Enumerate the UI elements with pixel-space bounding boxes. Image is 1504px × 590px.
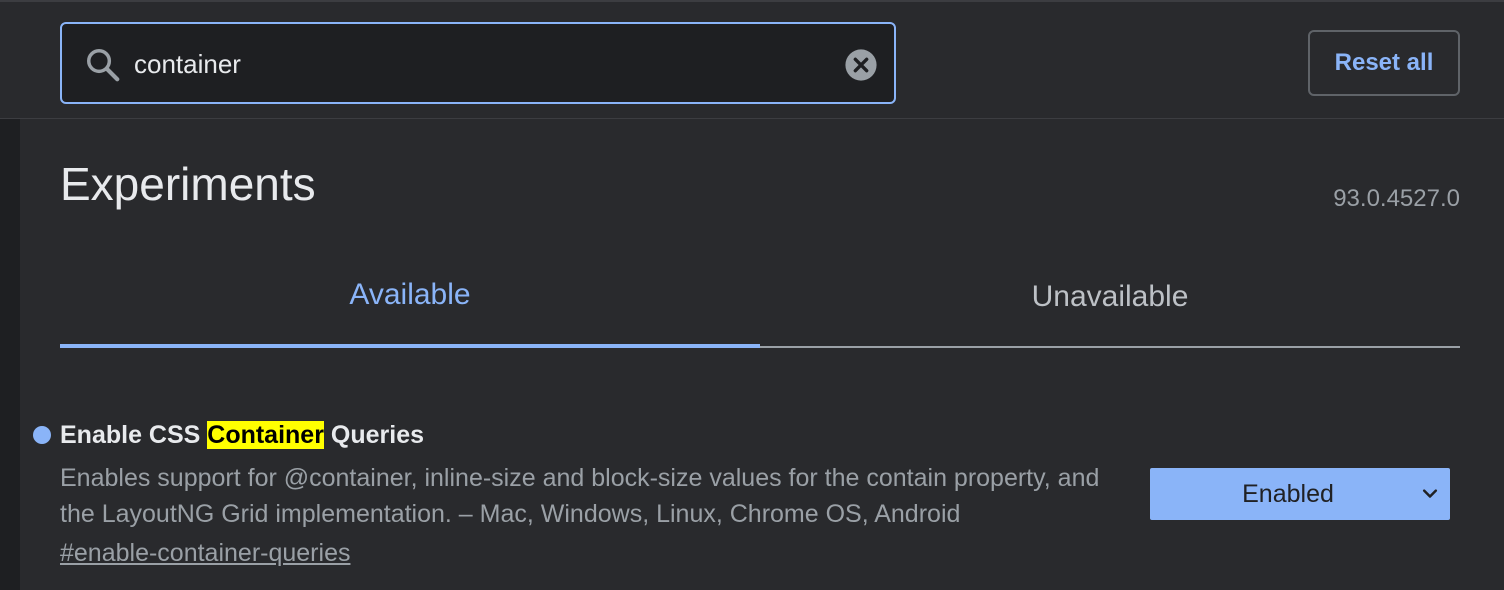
experiment-title-prefix: Enable CSS: [60, 421, 208, 449]
header-bar: Reset all: [0, 0, 1504, 119]
clear-search-icon[interactable]: [844, 48, 878, 82]
tab-available[interactable]: Available: [60, 268, 760, 348]
select-value: Enabled: [1242, 480, 1334, 508]
tab-unavailable[interactable]: Unavailable: [760, 268, 1460, 348]
search-box[interactable]: [60, 22, 896, 104]
reset-all-button[interactable]: Reset all: [1308, 30, 1460, 96]
page-title: Experiments: [60, 158, 316, 210]
flags-page: Reset all Experiments 93.0.4527.0 Availa…: [0, 0, 1504, 590]
search-input[interactable]: [134, 42, 814, 86]
experiment-title: Enable CSS Container Queries: [60, 418, 424, 452]
experiment-permalink[interactable]: #enable-container-queries: [60, 536, 350, 570]
experiment-description: Enables support for @container, inline-s…: [60, 464, 1100, 528]
chevron-down-icon: [1422, 489, 1438, 498]
left-rail: [0, 119, 20, 590]
experiment-state-select[interactable]: Enabled: [1150, 468, 1450, 520]
tab-active-indicator: [60, 344, 760, 348]
experiment-modified-dot: [33, 426, 51, 444]
search-match-highlight: Container: [207, 421, 324, 449]
experiment-title-suffix: Queries: [323, 421, 425, 449]
tab-strip: Available Unavailable: [60, 268, 1460, 348]
version-label: 93.0.4527.0: [1333, 185, 1460, 212]
search-icon: [87, 49, 120, 82]
